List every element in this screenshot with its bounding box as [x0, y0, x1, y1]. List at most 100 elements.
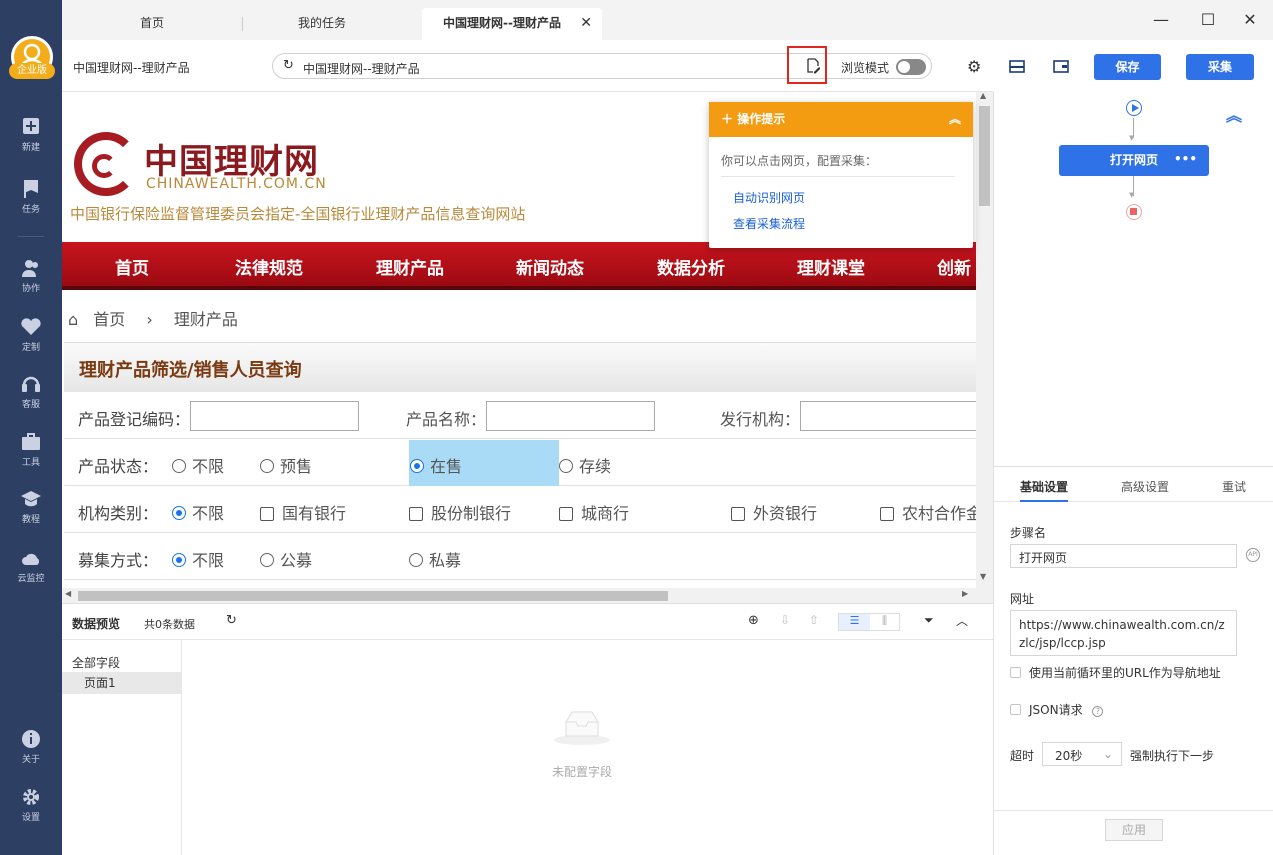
- add-field-icon[interactable]: ⊕: [748, 613, 759, 628]
- sidebar-item-collab[interactable]: 协作: [0, 259, 62, 294]
- inst-option-foreign[interactable]: 外资银行: [731, 500, 817, 524]
- sidebar-item-tasks[interactable]: 任务: [0, 180, 62, 215]
- vertical-scrollbar[interactable]: ▲ ▼: [976, 91, 993, 588]
- minimize-icon[interactable]: —: [1151, 10, 1171, 30]
- raise-option-private[interactable]: 私募: [409, 547, 461, 571]
- breadcrumb-home[interactable]: 首页: [93, 310, 125, 329]
- sidebar-item-service[interactable]: 客服: [0, 375, 62, 410]
- settings-gear-icon[interactable]: ⚙: [967, 57, 981, 76]
- menu-item-news[interactable]: 新闻动态: [516, 254, 584, 279]
- collapse-up-icon[interactable]: ︿: [956, 612, 968, 629]
- page1-item[interactable]: 页面1: [62, 672, 181, 694]
- inst-option-state-bank[interactable]: 国有银行: [260, 500, 346, 524]
- horizontal-scrollbar[interactable]: ◀ ▶: [62, 588, 993, 603]
- sidebar-item-new[interactable]: 新建: [0, 118, 62, 153]
- status-option-presale[interactable]: 预售: [260, 453, 312, 477]
- sidebar-item-tools[interactable]: 工具: [0, 433, 62, 468]
- tab-separator: [242, 17, 243, 31]
- radio-icon: [409, 553, 423, 567]
- auto-detect-link[interactable]: 自动识别网页: [733, 189, 805, 206]
- tip-header: ＋ 操作提示 ︽: [709, 102, 973, 137]
- status-option-onsale[interactable]: 在售: [410, 453, 462, 477]
- timeout-select[interactable]: 20秒 ⌄: [1042, 742, 1122, 766]
- use-loop-url-checkbox[interactable]: 使用当前循环里的URL作为导航地址: [1010, 664, 1221, 681]
- json-request-label: JSON请求: [1029, 703, 1083, 717]
- list-view-icon[interactable]: ☰: [839, 614, 870, 630]
- flag-check-icon: [21, 180, 41, 198]
- issuer-input[interactable]: [800, 401, 976, 431]
- inst-option-rural[interactable]: 农村合作金: [880, 500, 976, 524]
- layout-side-icon[interactable]: [1053, 60, 1069, 76]
- status-option-any[interactable]: 不限: [172, 453, 224, 477]
- url-input[interactable]: https://www.chinawealth.com.cn/zzlc/jsp/…: [1010, 610, 1237, 656]
- scroll-left-icon[interactable]: ◀: [65, 589, 71, 598]
- flow-start-icon[interactable]: [1126, 100, 1142, 116]
- menu-item-class[interactable]: 理财课堂: [797, 254, 865, 279]
- product-code-input[interactable]: [190, 401, 359, 431]
- option-label: 不限: [192, 457, 225, 476]
- save-button[interactable]: 保存: [1094, 54, 1161, 80]
- browse-mode-toggle[interactable]: [896, 59, 926, 75]
- step-name-input[interactable]: 打开网页: [1010, 544, 1237, 568]
- sidebar-item-about[interactable]: 关于: [0, 730, 62, 765]
- plus-square-icon: [21, 118, 41, 136]
- flow-end-icon[interactable]: [1126, 204, 1142, 220]
- address-bar[interactable]: ↻ 中国理财网--理财产品 浏览模式: [272, 53, 932, 79]
- settings-tabs: 基础设置 高级设置 重试: [994, 466, 1273, 502]
- scroll-right-icon[interactable]: ▶: [962, 589, 968, 598]
- menu-item-innovation[interactable]: 创新: [937, 254, 971, 279]
- tab-basic-settings[interactable]: 基础设置: [1020, 478, 1069, 502]
- home-icon[interactable]: ⌂: [68, 310, 78, 329]
- menu-item-law[interactable]: 法律规范: [235, 254, 303, 279]
- option-label: 外资银行: [753, 504, 818, 523]
- inst-option-any[interactable]: 不限: [172, 500, 224, 524]
- tab-advanced-settings[interactable]: 高级设置: [1121, 478, 1169, 495]
- raise-option-any[interactable]: 不限: [172, 547, 224, 571]
- chevron-right-icon: ›: [146, 310, 153, 329]
- flow-node-open-page[interactable]: 打开网页 •••: [1059, 145, 1209, 176]
- column-view-icon[interactable]: ⫼: [870, 614, 899, 630]
- scroll-thumb[interactable]: [979, 106, 990, 206]
- status-option-existing[interactable]: 存续: [559, 453, 611, 477]
- sidebar-item-label: 教程: [21, 515, 40, 525]
- import-icon[interactable]: ⇩: [780, 613, 790, 627]
- layout-bottom-icon[interactable]: [1009, 60, 1025, 76]
- menu-item-data[interactable]: 数据分析: [657, 254, 725, 279]
- more-icon[interactable]: •••: [1174, 144, 1197, 175]
- tab-retry[interactable]: 重试: [1222, 478, 1246, 495]
- tab-current[interactable]: 中国理财网--理财产品 ✕: [422, 8, 602, 40]
- filter-icon[interactable]: ⏷: [924, 613, 934, 628]
- use-loop-url-label: 使用当前循环里的URL作为导航地址: [1029, 666, 1221, 680]
- sidebar-item-tutorial[interactable]: 教程: [0, 490, 62, 525]
- raise-option-public[interactable]: 公募: [260, 547, 312, 571]
- scroll-thumb[interactable]: [78, 591, 668, 601]
- scroll-down-icon[interactable]: ▼: [980, 572, 986, 581]
- collect-button[interactable]: 采集: [1186, 54, 1254, 80]
- tab-home[interactable]: 首页: [102, 8, 202, 40]
- scroll-up-icon[interactable]: ▲: [980, 91, 986, 100]
- collapse-double-up-icon[interactable]: ︽: [1226, 102, 1242, 126]
- inst-option-city-bank[interactable]: 城商行: [559, 500, 629, 524]
- maximize-icon[interactable]: ☐: [1198, 10, 1218, 30]
- collapse-icon[interactable]: ︽: [949, 102, 961, 137]
- export-icon[interactable]: ⇧: [809, 613, 819, 627]
- api-icon[interactable]: API: [1246, 548, 1260, 562]
- tab-my-tasks[interactable]: 我的任务: [262, 8, 382, 40]
- all-fields-item[interactable]: 全部字段: [72, 654, 120, 671]
- apply-button[interactable]: 应用: [1105, 819, 1163, 841]
- close-window-icon[interactable]: ✕: [1240, 10, 1260, 30]
- inst-option-joint-stock[interactable]: 股份制银行: [409, 500, 511, 524]
- json-request-checkbox[interactable]: JSON请求 ?: [1010, 701, 1104, 718]
- help-icon[interactable]: ?: [1092, 706, 1104, 717]
- checkbox-icon: [1010, 704, 1021, 715]
- product-name-input[interactable]: [486, 401, 655, 431]
- sidebar-item-settings[interactable]: 设置: [0, 788, 62, 823]
- sidebar-item-custom[interactable]: 定制: [0, 318, 62, 353]
- close-tab-icon[interactable]: ✕: [580, 8, 592, 38]
- menu-item-products[interactable]: 理财产品: [376, 254, 444, 279]
- menu-item-home[interactable]: 首页: [115, 254, 149, 279]
- refresh-icon[interactable]: ↻: [226, 613, 237, 628]
- refresh-icon[interactable]: ↻: [283, 58, 294, 73]
- view-flow-link[interactable]: 查看采集流程: [733, 215, 805, 232]
- sidebar-item-cloud-monitor[interactable]: 云监控: [0, 549, 62, 584]
